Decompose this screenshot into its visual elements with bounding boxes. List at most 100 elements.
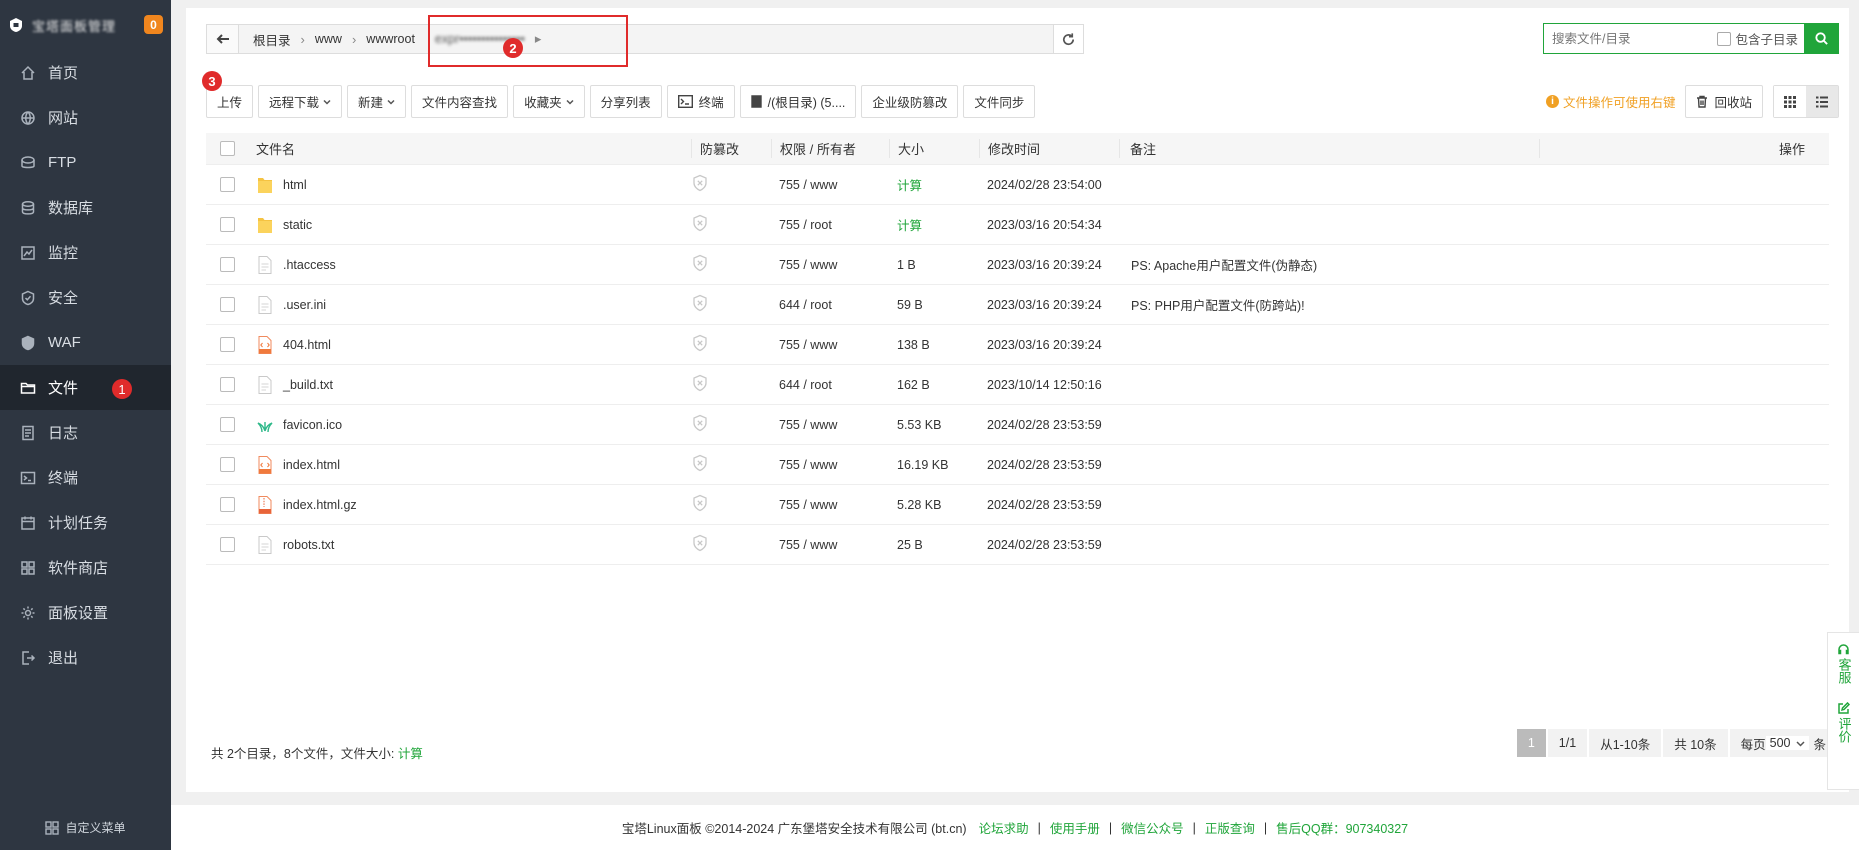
- sidebar-item-store[interactable]: 软件商店: [0, 545, 171, 590]
- file-name[interactable]: static: [283, 218, 312, 232]
- row-checkbox[interactable]: [220, 457, 235, 472]
- calc-size-link[interactable]: 计算: [889, 215, 979, 234]
- table-row[interactable]: _build.txt 644 / root 162 B 2023/10/14 12:5…: [206, 365, 1829, 405]
- row-checkbox[interactable]: [220, 377, 235, 392]
- file-name[interactable]: _build.txt: [283, 378, 333, 392]
- include-subdir-checkbox[interactable]: [1717, 31, 1732, 46]
- disk-button[interactable]: /(根目录) (5....: [739, 85, 857, 118]
- sidebar-item-logout[interactable]: 退出: [0, 635, 171, 680]
- table-row[interactable]: .user.ini 644 / root 59 B 2023/03/16 20:39:…: [206, 285, 1829, 325]
- custom-menu-button[interactable]: 自定义菜单: [0, 819, 171, 836]
- crumb-root[interactable]: 根目录: [249, 30, 295, 49]
- file-name[interactable]: .htaccess: [283, 258, 336, 272]
- sidebar-item-security[interactable]: 安全: [0, 275, 171, 320]
- row-checkbox[interactable]: [220, 417, 235, 432]
- file-perm[interactable]: 644 / root: [771, 378, 889, 392]
- file-perm[interactable]: 755 / www: [771, 258, 889, 272]
- file-name[interactable]: robots.txt: [283, 538, 334, 552]
- table-row[interactable]: .htaccess 755 / www 1 B 2023/03/16 20:39:24…: [206, 245, 1829, 285]
- select-all-checkbox[interactable]: [220, 141, 235, 156]
- qq-group-link[interactable]: 售后QQ群：907340327: [1276, 818, 1408, 837]
- manual-link[interactable]: 使用手册: [1050, 818, 1100, 837]
- row-checkbox[interactable]: [220, 497, 235, 512]
- wechat-link[interactable]: 微信公众号: [1121, 818, 1184, 837]
- file-note[interactable]: PS: Apache用户配置文件(伪静态): [1119, 255, 1539, 274]
- terminal-button[interactable]: 终端: [666, 85, 735, 118]
- tamper-shield-icon[interactable]: [691, 294, 771, 315]
- grid-view-button[interactable]: [1774, 86, 1806, 117]
- file-name[interactable]: .user.ini: [283, 298, 326, 312]
- file-name[interactable]: index.html: [283, 458, 340, 472]
- col-name[interactable]: 文件名: [256, 139, 691, 158]
- favorites-button[interactable]: 收藏夹: [513, 85, 585, 118]
- col-size[interactable]: 大小: [889, 139, 979, 158]
- sidebar-item-home[interactable]: 首页: [0, 50, 171, 95]
- new-button[interactable]: 新建: [347, 85, 407, 118]
- row-checkbox[interactable]: [220, 217, 235, 232]
- notification-badge[interactable]: 0: [144, 15, 163, 34]
- per-page-select[interactable]: 500: [1765, 736, 1810, 750]
- file-perm[interactable]: 755 / www: [771, 338, 889, 352]
- customer-service-button[interactable]: 客服: [1836, 633, 1852, 684]
- file-name[interactable]: index.html.gz: [283, 498, 357, 512]
- table-row[interactable]: index.html.gz 755 / www 5.28 KB 2024/02/28 …: [206, 485, 1829, 525]
- sidebar-item-terminal[interactable]: 终端: [0, 455, 171, 500]
- file-perm[interactable]: 755 / root: [771, 218, 889, 232]
- file-sync-button[interactable]: 文件同步: [963, 85, 1036, 118]
- file-name[interactable]: 404.html: [283, 338, 331, 352]
- sidebar-item-ftp[interactable]: FTP: [0, 140, 171, 185]
- back-button[interactable]: [207, 25, 239, 53]
- row-checkbox[interactable]: [220, 537, 235, 552]
- tamper-shield-icon[interactable]: [691, 254, 771, 275]
- share-list-button[interactable]: 分享列表: [589, 85, 662, 118]
- search-button[interactable]: [1804, 24, 1838, 53]
- file-name[interactable]: html: [283, 178, 307, 192]
- tamper-protect-button[interactable]: 企业级防篡改: [861, 85, 959, 118]
- sidebar-item-cron[interactable]: 计划任务: [0, 500, 171, 545]
- review-button[interactable]: 评价: [1836, 684, 1852, 743]
- row-checkbox[interactable]: [220, 337, 235, 352]
- tamper-shield-icon[interactable]: [691, 334, 771, 355]
- tamper-shield-icon[interactable]: [691, 414, 771, 435]
- sidebar-item-settings[interactable]: 面板设置: [0, 590, 171, 635]
- row-checkbox[interactable]: [220, 257, 235, 272]
- recycle-bin-button[interactable]: 回收站: [1685, 85, 1763, 118]
- sidebar-item-waf[interactable]: WAF: [0, 320, 171, 365]
- include-subdir-toggle[interactable]: 包含子目录: [1717, 24, 1804, 53]
- crumb-wwwroot[interactable]: wwwroot: [362, 32, 419, 46]
- tamper-shield-icon[interactable]: [691, 374, 771, 395]
- table-row[interactable]: robots.txt 755 / www 25 B 2024/02/28 23:53:…: [206, 525, 1829, 565]
- license-check-link[interactable]: 正版查询: [1205, 818, 1255, 837]
- row-checkbox[interactable]: [220, 177, 235, 192]
- forum-link[interactable]: 论坛求助: [979, 818, 1029, 837]
- page-current[interactable]: 1: [1516, 729, 1546, 757]
- file-perm[interactable]: 755 / www: [771, 418, 889, 432]
- file-note[interactable]: PS: PHP用户配置文件(防跨站)!: [1119, 295, 1539, 314]
- sidebar-item-logs[interactable]: 日志: [0, 410, 171, 455]
- tamper-shield-icon[interactable]: [691, 214, 771, 235]
- table-row[interactable]: favicon.ico 755 / www 5.53 KB 2024/02/28 23…: [206, 405, 1829, 445]
- file-perm[interactable]: 755 / www: [771, 538, 889, 552]
- table-row[interactable]: static 755 / root 计算 2023/03/16 20:54:34: [206, 205, 1829, 245]
- content-search-button[interactable]: 文件内容查找: [411, 85, 509, 118]
- tamper-shield-icon[interactable]: [691, 174, 771, 195]
- table-row[interactable]: index.html 755 / www 16.19 KB 2024/02/28 23…: [206, 445, 1829, 485]
- row-checkbox[interactable]: [220, 297, 235, 312]
- remote-download-button[interactable]: 远程下载: [258, 85, 343, 118]
- crumb-www[interactable]: www: [311, 32, 346, 46]
- file-perm[interactable]: 755 / www: [771, 498, 889, 512]
- list-view-button[interactable]: [1806, 86, 1838, 117]
- table-row[interactable]: html 755 / www 计算 2024/02/28 23:54:00: [206, 165, 1829, 205]
- sidebar-item-database[interactable]: 数据库: [0, 185, 171, 230]
- sidebar-item-website[interactable]: 网站: [0, 95, 171, 140]
- col-mtime[interactable]: 修改时间: [979, 139, 1119, 158]
- file-perm[interactable]: 755 / www: [771, 458, 889, 472]
- tamper-shield-icon[interactable]: [691, 454, 771, 475]
- file-name[interactable]: favicon.ico: [283, 418, 342, 432]
- tamper-shield-icon[interactable]: [691, 534, 771, 555]
- sidebar-item-files[interactable]: 文件 1: [0, 365, 171, 410]
- search-input[interactable]: [1544, 24, 1718, 53]
- calc-size-link[interactable]: 计算: [889, 175, 979, 194]
- table-row[interactable]: 404.html 755 / www 138 B 2023/03/16 20:39:2…: [206, 325, 1829, 365]
- sidebar-item-monitor[interactable]: 监控: [0, 230, 171, 275]
